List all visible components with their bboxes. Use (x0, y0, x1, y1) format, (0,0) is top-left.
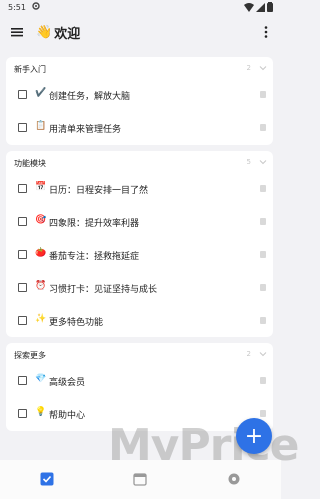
task-label: 四象限：提升效率利器 (49, 219, 140, 229)
clipboard-icon: 📋 (35, 121, 47, 131)
note-icon (260, 185, 266, 192)
note-icon (260, 218, 266, 225)
calendar-icon: 📅 (35, 182, 47, 192)
note-icon (260, 410, 266, 417)
task-checkbox[interactable] (18, 283, 27, 292)
section-features: 功能模块 5 📅 日历：日程安排一目了然 🎯 四象限：提升效率利器 🍅 番茄专注… (6, 151, 273, 337)
page-title-text: 欢迎 (54, 27, 81, 42)
note-icon (260, 377, 266, 384)
status-icons (244, 2, 273, 12)
task-row[interactable]: 💡 帮助中心 (6, 398, 273, 431)
section-header[interactable]: 探索更多 2 (6, 343, 273, 365)
section-title: 新手入门 (14, 65, 46, 74)
task-label: 创建任务，解放大脑 (49, 92, 131, 102)
task-label: 番茄专注：拯救拖延症 (49, 252, 140, 262)
task-row[interactable]: 🍅 番茄专注：拯救拖延症 (6, 239, 273, 272)
task-label: 高级会员 (49, 378, 86, 388)
task-label: 日历：日程安排一目了然 (49, 186, 149, 196)
note-icon (260, 251, 266, 258)
page-title: 👋 欢迎 (36, 23, 80, 42)
note-icon (260, 91, 266, 98)
task-row[interactable]: ✨ 更多特色功能 (6, 305, 273, 338)
task-label: 更多特色功能 (49, 318, 104, 328)
task-label: 习惯打卡：见证坚持与成长 (49, 285, 158, 295)
nav-calendar-icon[interactable] (133, 472, 147, 486)
chevron-down-icon[interactable] (259, 350, 267, 358)
section-title: 功能模块 (14, 159, 46, 168)
bottom-nav (0, 460, 281, 499)
section-count: 5 (246, 158, 251, 166)
section-count: 2 (246, 64, 251, 72)
checkmark-icon: ✔️ (35, 88, 47, 98)
settings-status-icon (32, 2, 40, 10)
task-row[interactable]: ✔️ 创建任务，解放大脑 (6, 79, 273, 112)
task-row[interactable]: 🎯 四象限：提升效率利器 (6, 206, 273, 239)
battery-icon (267, 2, 273, 12)
section-header[interactable]: 新手入门 2 (6, 57, 273, 79)
task-checkbox[interactable] (18, 217, 27, 226)
task-row[interactable]: 💎 高级会员 (6, 365, 273, 398)
wave-icon: 👋 (36, 25, 53, 40)
add-task-button[interactable]: + (236, 418, 272, 454)
task-label: 用清单来管理任务 (49, 125, 122, 135)
more-options-icon[interactable] (263, 25, 269, 39)
plus-icon: + (244, 423, 264, 449)
task-row[interactable]: 📅 日历：日程安排一目了然 (6, 173, 273, 206)
gem-icon: 💎 (35, 374, 47, 384)
task-checkbox[interactable] (18, 376, 27, 385)
sparkles-icon: ✨ (35, 314, 47, 324)
wifi-icon (244, 2, 254, 12)
section-header[interactable]: 功能模块 5 (6, 151, 273, 173)
nav-tasks-icon[interactable] (40, 472, 54, 486)
note-icon (260, 284, 266, 291)
status-bar: 5:51 (0, 0, 281, 16)
alarm-clock-icon: ⏰ (35, 281, 47, 291)
nav-settings-icon[interactable] (227, 472, 241, 486)
app-bar: 👋 欢迎 (0, 16, 281, 50)
note-icon (260, 124, 266, 131)
task-row[interactable]: 📋 用清单来管理任务 (6, 112, 273, 145)
lightbulb-icon: 💡 (35, 407, 47, 417)
task-checkbox[interactable] (18, 409, 27, 418)
task-checkbox[interactable] (18, 184, 27, 193)
tomato-icon: 🍅 (35, 248, 47, 258)
note-icon (260, 317, 266, 324)
chevron-down-icon[interactable] (259, 64, 267, 72)
task-label: 帮助中心 (49, 411, 86, 421)
section-explore: 探索更多 2 💎 高级会员 💡 帮助中心 (6, 343, 273, 431)
chevron-down-icon[interactable] (259, 158, 267, 166)
task-checkbox[interactable] (18, 316, 27, 325)
section-count: 2 (246, 350, 251, 358)
task-checkbox[interactable] (18, 90, 27, 99)
task-row[interactable]: ⏰ 习惯打卡：见证坚持与成长 (6, 272, 273, 305)
signal-icon (256, 2, 265, 12)
task-checkbox[interactable] (18, 123, 27, 132)
status-time: 5:51 (8, 3, 26, 12)
menu-icon[interactable] (10, 25, 24, 39)
section-title: 探索更多 (14, 351, 46, 360)
section-getting-started: 新手入门 2 ✔️ 创建任务，解放大脑 📋 用清单来管理任务 (6, 57, 273, 145)
task-checkbox[interactable] (18, 250, 27, 259)
target-icon: 🎯 (35, 215, 47, 225)
